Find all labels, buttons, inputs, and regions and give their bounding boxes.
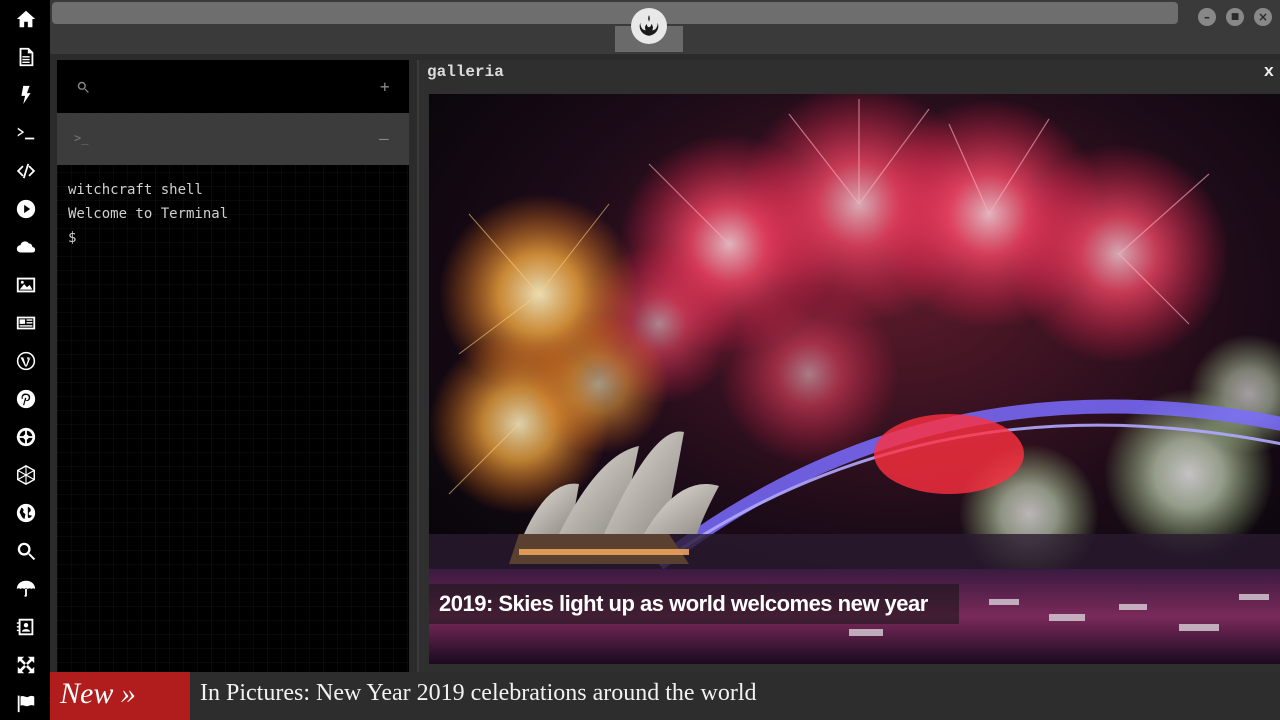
close-window-button[interactable]: × <box>1254 8 1272 26</box>
search-icon[interactable] <box>76 80 90 94</box>
gallery-photo[interactable]: 2019: Skies light up as world welcomes n… <box>429 94 1280 664</box>
minimize-button[interactable]: – <box>1198 8 1216 26</box>
wordpress-icon[interactable] <box>13 348 39 374</box>
globe-icon[interactable] <box>13 500 39 526</box>
collapse-terminal-button[interactable]: – <box>379 129 389 148</box>
flag-icon[interactable] <box>13 690 39 716</box>
gallery-close-button[interactable]: x <box>1264 63 1274 82</box>
network-sphere-icon[interactable] <box>13 462 39 488</box>
terminal-line: witchcraft shell <box>68 182 203 198</box>
terminal-output[interactable]: witchcraft shell Welcome to Terminal $ <box>68 178 228 250</box>
galactic-empire-icon[interactable] <box>13 424 39 450</box>
add-terminal-button[interactable]: + <box>380 77 390 96</box>
terminal-icon[interactable] <box>13 120 39 146</box>
terminal-search-bar[interactable]: + <box>57 60 409 112</box>
ticker-headline[interactable]: In Pictures: New Year 2019 celebrations … <box>200 680 757 707</box>
code-icon[interactable] <box>13 158 39 184</box>
top-bar: – ■ × <box>50 0 1280 54</box>
pinterest-icon[interactable] <box>13 386 39 412</box>
newspaper-icon[interactable] <box>13 310 39 336</box>
home-icon[interactable] <box>13 6 39 32</box>
prompt-icon: >_ <box>74 131 89 145</box>
terminal-prompt: $ <box>68 230 77 246</box>
umbrella-icon[interactable] <box>13 576 39 602</box>
bolt-icon[interactable] <box>13 82 39 108</box>
terminal-line: Welcome to Terminal <box>68 206 229 222</box>
document-icon[interactable] <box>13 44 39 70</box>
terminal-tab[interactable]: >_ – <box>57 113 409 165</box>
expand-arrows-icon[interactable] <box>13 652 39 678</box>
terminal-panel: + >_ – witchcraft shell Welcome to Termi… <box>57 60 409 672</box>
maximize-button[interactable]: ■ <box>1226 8 1244 26</box>
gallery-window: galleria x 2019: Skies light up as world… <box>417 60 1280 672</box>
search-icon[interactable] <box>13 538 39 564</box>
rebel-alliance-icon[interactable] <box>631 8 667 44</box>
play-icon[interactable] <box>13 196 39 222</box>
image-icon[interactable] <box>13 272 39 298</box>
gallery-title: galleria <box>427 63 504 81</box>
address-bar[interactable] <box>52 2 1178 24</box>
ticker-badge: New » <box>50 672 190 720</box>
app-dock <box>0 0 50 720</box>
contact-card-icon[interactable] <box>13 614 39 640</box>
cloud-icon[interactable] <box>13 234 39 260</box>
news-ticker: New » In Pictures: New Year 2019 celebra… <box>50 672 1280 720</box>
photo-caption: 2019: Skies light up as world welcomes n… <box>429 584 959 624</box>
